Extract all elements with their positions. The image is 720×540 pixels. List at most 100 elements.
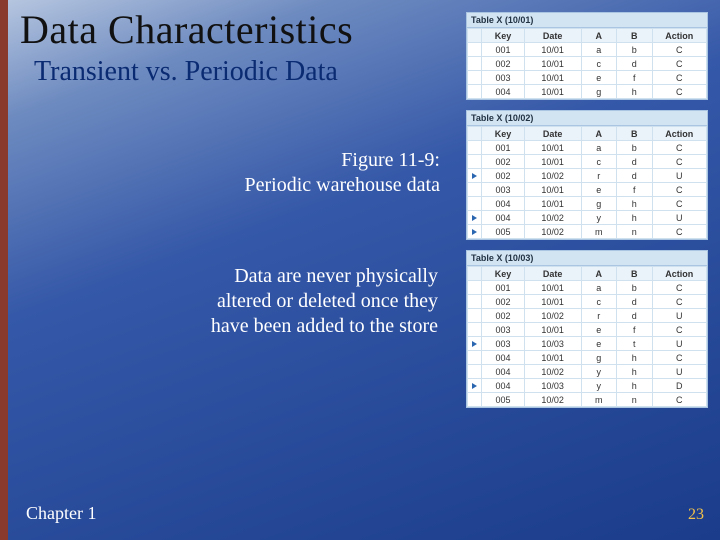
cell-b: b	[617, 281, 652, 295]
cell-action: C	[652, 225, 706, 239]
cell-action: C	[652, 323, 706, 337]
table-row: 00310/03etU	[468, 337, 707, 351]
cell-key: 001	[482, 281, 525, 295]
data-table-block: Table X (10/02)KeyDateABAction00110/01ab…	[466, 110, 708, 240]
cell-a: a	[581, 281, 616, 295]
table-row: 00310/01efC	[468, 183, 707, 197]
cell-key: 004	[482, 85, 525, 99]
cell-action: U	[652, 169, 706, 183]
cell-b: d	[617, 169, 652, 183]
cell-date: 10/01	[524, 85, 581, 99]
cell-key: 002	[482, 169, 525, 183]
col-header: Key	[482, 267, 525, 281]
cell-a: a	[581, 43, 616, 57]
cell-date: 10/01	[524, 57, 581, 71]
cell-key: 003	[482, 71, 525, 85]
cell-b: n	[617, 225, 652, 239]
cell-b: f	[617, 71, 652, 85]
table-row: 00510/02mnC	[468, 393, 707, 407]
row-marker-cell	[468, 351, 482, 365]
cell-action: U	[652, 211, 706, 225]
col-header: B	[617, 127, 652, 141]
col-header-marker	[468, 267, 482, 281]
cell-action: C	[652, 197, 706, 211]
body-text: Data are never physically altered or del…	[138, 264, 438, 339]
table-row: 00410/01ghC	[468, 197, 707, 211]
cell-a: c	[581, 295, 616, 309]
cell-date: 10/01	[524, 351, 581, 365]
cell-key: 004	[482, 351, 525, 365]
cell-action: C	[652, 295, 706, 309]
tables-panel: Table X (10/01)KeyDateABAction00110/01ab…	[466, 12, 708, 408]
changed-marker-icon	[472, 383, 477, 389]
col-header-marker	[468, 29, 482, 43]
cell-action: C	[652, 141, 706, 155]
table-row: 00410/02yhU	[468, 211, 707, 225]
cell-b: d	[617, 309, 652, 323]
cell-b: h	[617, 197, 652, 211]
table-row: 00210/01cdC	[468, 155, 707, 169]
cell-b: d	[617, 155, 652, 169]
cell-a: e	[581, 337, 616, 351]
cell-action: C	[652, 351, 706, 365]
table-row: 00410/03yhD	[468, 379, 707, 393]
cell-date: 10/01	[524, 197, 581, 211]
cell-a: g	[581, 197, 616, 211]
row-marker-cell	[468, 309, 482, 323]
table-header-row: KeyDateABAction	[468, 127, 707, 141]
figure-label: Figure 11-9: Periodic warehouse data	[160, 148, 440, 198]
cell-b: t	[617, 337, 652, 351]
col-header: A	[581, 127, 616, 141]
cell-key: 003	[482, 337, 525, 351]
table-row: 00110/01abC	[468, 43, 707, 57]
cell-b: f	[617, 183, 652, 197]
col-header: Action	[652, 29, 706, 43]
table-caption: Table X (10/03)	[467, 251, 707, 266]
cell-date: 10/02	[524, 365, 581, 379]
cell-action: D	[652, 379, 706, 393]
col-header: A	[581, 29, 616, 43]
cell-action: C	[652, 85, 706, 99]
table-row: 00410/01ghC	[468, 351, 707, 365]
cell-a: a	[581, 141, 616, 155]
chapter-label: Chapter 1	[26, 503, 96, 524]
table-row: 00510/02mnC	[468, 225, 707, 239]
page-number: 23	[688, 506, 704, 524]
row-marker-cell	[468, 281, 482, 295]
cell-date: 10/03	[524, 337, 581, 351]
col-header-marker	[468, 127, 482, 141]
cell-a: c	[581, 155, 616, 169]
col-header: Action	[652, 127, 706, 141]
data-table: KeyDateABAction00110/01abC00210/01cdC002…	[467, 126, 707, 239]
cell-date: 10/01	[524, 71, 581, 85]
cell-date: 10/02	[524, 169, 581, 183]
cell-action: U	[652, 365, 706, 379]
table-row: 00210/01cdC	[468, 295, 707, 309]
cell-a: m	[581, 393, 616, 407]
row-marker-cell	[468, 337, 482, 351]
row-marker-cell	[468, 43, 482, 57]
table-row: 00110/01abC	[468, 281, 707, 295]
table-row: 00210/02rdU	[468, 309, 707, 323]
cell-key: 005	[482, 393, 525, 407]
cell-date: 10/01	[524, 295, 581, 309]
figure-label-line1: Figure 11-9:	[341, 149, 440, 171]
cell-b: f	[617, 323, 652, 337]
col-header: Date	[524, 267, 581, 281]
col-header: A	[581, 267, 616, 281]
cell-key: 001	[482, 141, 525, 155]
cell-action: C	[652, 393, 706, 407]
cell-action: C	[652, 57, 706, 71]
cell-date: 10/02	[524, 225, 581, 239]
changed-marker-icon	[472, 341, 477, 347]
cell-b: h	[617, 85, 652, 99]
row-marker-cell	[468, 365, 482, 379]
cell-b: h	[617, 365, 652, 379]
cell-date: 10/01	[524, 183, 581, 197]
row-marker-cell	[468, 71, 482, 85]
cell-b: h	[617, 211, 652, 225]
cell-date: 10/01	[524, 141, 581, 155]
cell-a: r	[581, 169, 616, 183]
col-header: Date	[524, 29, 581, 43]
accent-bar	[0, 0, 8, 540]
